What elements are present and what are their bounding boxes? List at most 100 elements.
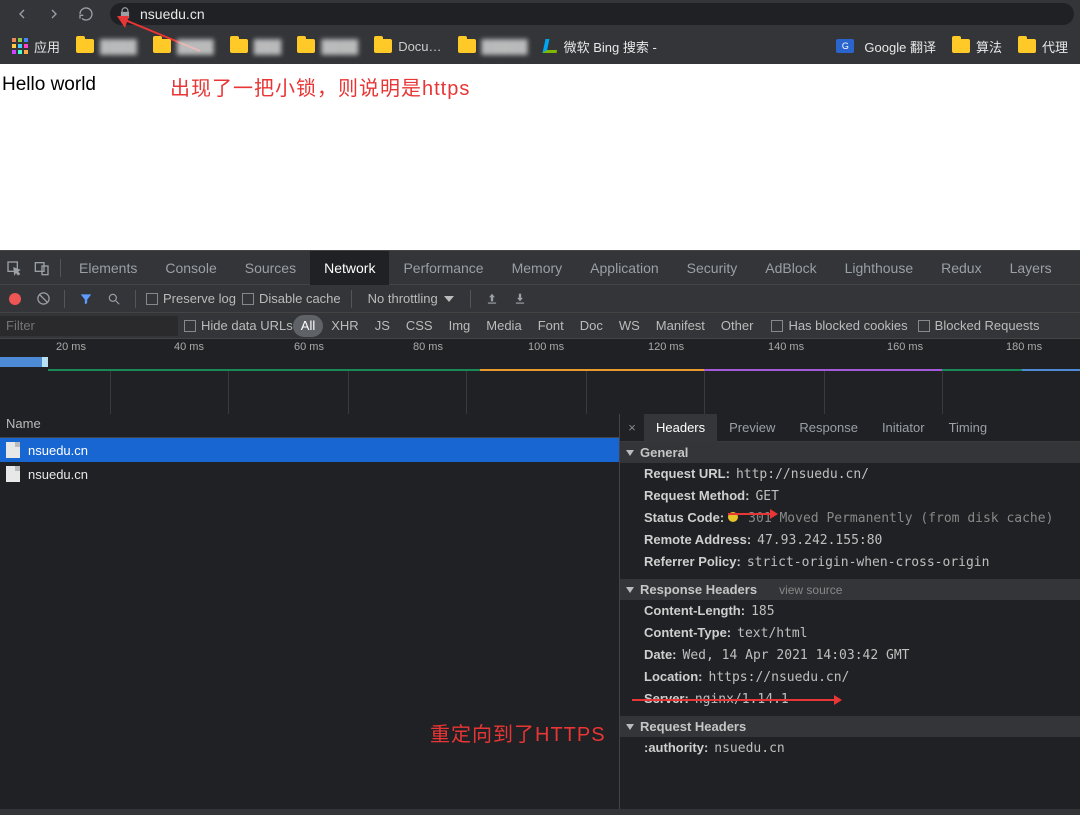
view-source-link[interactable]: view source — [779, 583, 842, 597]
blocked-requests-checkbox[interactable]: Blocked Requests — [918, 318, 1040, 333]
filter-img[interactable]: Img — [441, 315, 479, 337]
kv-request-method: Request Method:GET — [620, 485, 1080, 507]
timeline-bar-4 — [704, 369, 942, 371]
tab-layers[interactable]: Layers — [996, 251, 1066, 285]
inspect-icon[interactable] — [0, 254, 28, 282]
clear-button[interactable] — [32, 288, 54, 310]
tab-memory[interactable]: Memory — [498, 251, 577, 285]
bookmark-folder-4[interactable]: ████ — [289, 39, 366, 54]
algo-label: 算法 — [976, 37, 1002, 56]
device-toggle-icon[interactable] — [28, 254, 56, 282]
section-general[interactable]: General — [620, 442, 1080, 463]
filter-icon[interactable] — [75, 288, 97, 310]
tab-elements[interactable]: Elements — [65, 251, 151, 285]
chevron-down-icon — [444, 296, 454, 302]
request-row-1[interactable]: nsuedu.cn — [0, 438, 619, 462]
bookmark-folder-6[interactable]: █████ — [450, 39, 536, 54]
status-dot-icon — [728, 512, 738, 522]
back-button[interactable] — [10, 2, 34, 26]
search-icon[interactable] — [103, 288, 125, 310]
section-request-headers[interactable]: Request Headers — [620, 716, 1080, 737]
bookmark-folder-algo[interactable]: 算法 — [944, 37, 1010, 56]
tick-180: 180 ms — [1006, 341, 1042, 353]
tick-40: 40 ms — [174, 341, 204, 353]
bookmark-folder-1[interactable]: ████ — [68, 39, 145, 54]
filter-other[interactable]: Other — [713, 315, 762, 337]
tab-headers[interactable]: Headers — [644, 414, 717, 442]
tab-adblock[interactable]: AdBlock — [751, 251, 830, 285]
request-row-2[interactable]: nsuedu.cn — [0, 462, 619, 486]
tab-redux[interactable]: Redux — [927, 251, 995, 285]
forward-button[interactable] — [42, 2, 66, 26]
timeline-bar-2 — [48, 369, 480, 371]
translate-icon: G — [836, 39, 854, 53]
proxy-label: 代理 — [1042, 37, 1068, 56]
tab-timing[interactable]: Timing — [937, 414, 1000, 442]
apps-shortcut[interactable]: 应用 — [4, 37, 68, 56]
bookmark-bing[interactable]: 微软 Bing 搜索 - — [536, 37, 665, 56]
bookmark-folder-2[interactable]: ████ — [145, 39, 222, 54]
bookmark-folder-3[interactable]: ███ — [222, 39, 290, 54]
filter-manifest[interactable]: Manifest — [648, 315, 713, 337]
tab-sources[interactable]: Sources — [231, 251, 310, 285]
record-button[interactable] — [4, 288, 26, 310]
kv-status-code: Status Code:301 Moved Permanently (from … — [620, 507, 1080, 529]
kv-date: Date:Wed, 14 Apr 2021 14:03:42 GMT — [620, 644, 1080, 666]
tab-initiator[interactable]: Initiator — [870, 414, 937, 442]
url-bar[interactable]: nsuedu.cn — [110, 3, 1074, 25]
annotation-redirect-text: 重定向到了HTTPS — [430, 718, 606, 747]
filter-xhr[interactable]: XHR — [323, 315, 366, 337]
tick-80: 80 ms — [413, 341, 443, 353]
filter-font[interactable]: Font — [530, 315, 572, 337]
document-icon — [6, 442, 20, 458]
kv-content-type: Content-Type:text/html — [620, 622, 1080, 644]
bookmark-folder-proxy[interactable]: 代理 — [1010, 37, 1076, 56]
filter-doc[interactable]: Doc — [572, 315, 611, 337]
disclosure-icon — [626, 587, 634, 593]
tab-application[interactable]: Application — [576, 251, 673, 285]
preserve-log-checkbox[interactable]: Preserve log — [146, 291, 236, 306]
tab-performance[interactable]: Performance — [389, 251, 497, 285]
download-har-icon[interactable] — [509, 288, 531, 310]
folder-icon — [230, 39, 248, 53]
tick-20: 20 ms — [56, 341, 86, 353]
filter-ws[interactable]: WS — [611, 315, 648, 337]
filter-css[interactable]: CSS — [398, 315, 441, 337]
network-timeline[interactable]: 20 ms 40 ms 60 ms 80 ms 100 ms 120 ms 14… — [0, 338, 1080, 414]
tab-preview[interactable]: Preview — [717, 414, 787, 442]
folder-icon — [297, 39, 315, 53]
tab-lighthouse[interactable]: Lighthouse — [831, 251, 928, 285]
gtrans-label: Google 翻译 — [864, 37, 936, 56]
request-area: Name nsuedu.cn nsuedu.cn 重定向到了HTTPS × He… — [0, 414, 1080, 809]
throttling-select[interactable]: No throttling — [362, 291, 460, 306]
kv-content-length: Content-Length:185 — [620, 600, 1080, 622]
close-panel-button[interactable]: × — [620, 420, 644, 435]
tab-console[interactable]: Console — [151, 251, 230, 285]
hide-data-urls-checkbox[interactable]: Hide data URLs — [184, 318, 293, 333]
filter-js[interactable]: JS — [367, 315, 398, 337]
tick-140: 140 ms — [768, 341, 804, 353]
browser-nav-bar: nsuedu.cn — [0, 0, 1080, 28]
tab-response[interactable]: Response — [787, 414, 870, 442]
has-blocked-cookies-checkbox[interactable]: Has blocked cookies — [771, 318, 907, 333]
disable-cache-checkbox[interactable]: Disable cache — [242, 291, 341, 306]
kv-request-url: Request URL:http://nsuedu.cn/ — [620, 463, 1080, 485]
bookmark-bar: 应用 ████ ████ ███ ████ Docu… █████ 微软 Bin… — [0, 28, 1080, 64]
timeline-bar-1 — [0, 357, 42, 367]
timeline-bar-1b — [42, 357, 48, 367]
disclosure-icon — [626, 450, 634, 456]
filter-input[interactable] — [0, 316, 178, 336]
url-text: nsuedu.cn — [140, 6, 205, 22]
bookmark-gtranslate[interactable]: G Google 翻译 — [828, 37, 944, 56]
tab-network[interactable]: Network — [310, 251, 389, 285]
kv-authority: :authority:nsuedu.cn — [620, 737, 1080, 759]
tab-security[interactable]: Security — [673, 251, 752, 285]
devtools-tab-bar: Elements Console Sources Network Perform… — [0, 250, 1080, 284]
upload-har-icon[interactable] — [481, 288, 503, 310]
filter-media[interactable]: Media — [478, 315, 529, 337]
filter-all[interactable]: All — [293, 315, 323, 337]
timeline-bar-6 — [1022, 369, 1080, 371]
section-response-headers[interactable]: Response Headersview source — [620, 579, 1080, 600]
reload-button[interactable] — [74, 2, 98, 26]
bookmark-folder-5[interactable]: Docu… — [366, 39, 449, 54]
